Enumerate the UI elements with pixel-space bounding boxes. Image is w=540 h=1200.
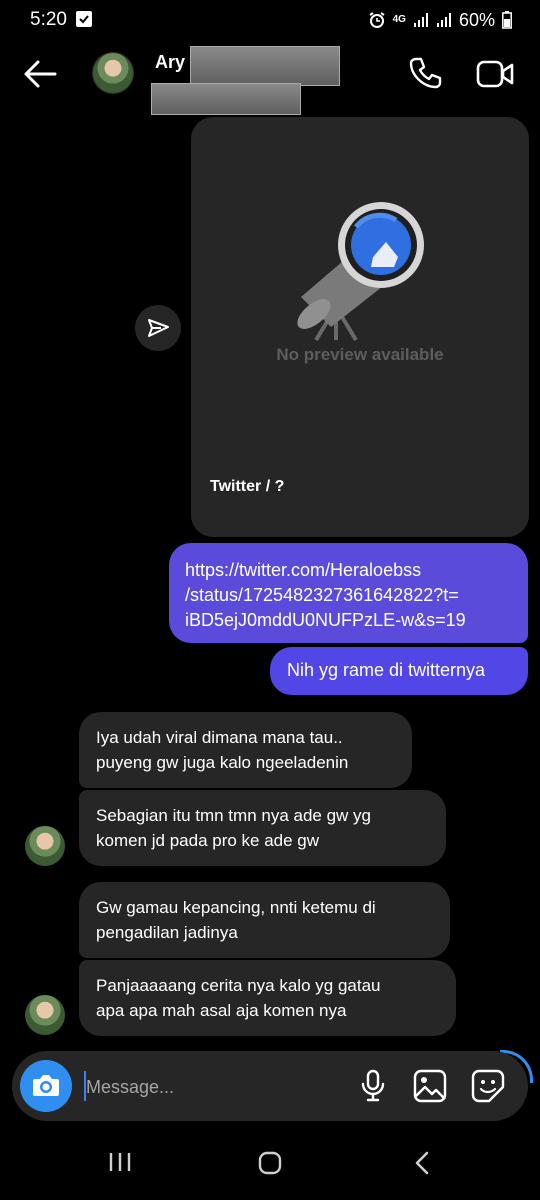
- video-call-icon[interactable]: [476, 58, 514, 90]
- network-type: 4G: [392, 14, 406, 25]
- message-input[interactable]: [84, 1069, 348, 1105]
- line: Gw gamau kepancing, nnti ketemu di: [96, 898, 376, 917]
- phone-call-icon[interactable]: [408, 56, 442, 90]
- received-message-text: Panjaaaaang cerita nya kalo yg gatau apa …: [96, 973, 380, 1023]
- camera-button[interactable]: [20, 1060, 72, 1112]
- line: pengadilan jadinya: [96, 923, 238, 942]
- line: puyeng gw juga kalo ngeeladenin: [96, 753, 349, 772]
- line: Panjaaaaang cerita nya kalo yg gatau: [96, 976, 381, 995]
- contact-avatar-small[interactable]: [25, 826, 65, 866]
- camera-icon: [33, 1075, 59, 1096]
- received-message-text: Sebagian itu tmn tmn nya ade gw yg komen …: [96, 803, 371, 853]
- recent-apps-icon[interactable]: [108, 1150, 132, 1174]
- received-message-text: Iya udah viral dimana mana tau.. puyeng g…: [96, 725, 348, 775]
- battery-icon: [502, 11, 512, 29]
- received-message-text: Gw gamau kepancing, nnti ketemu di pengad…: [96, 895, 376, 945]
- sent-link-message[interactable]: https://twitter.com/Heraloebss /status/1…: [169, 543, 528, 643]
- nav-back-icon[interactable]: [412, 1150, 432, 1176]
- received-message[interactable]: Iya udah viral dimana mana tau.. puyeng g…: [79, 712, 412, 788]
- checkbox-notification-icon: [76, 11, 92, 27]
- contact-name[interactable]: Ary: [155, 52, 185, 73]
- battery-percent: 60%: [458, 9, 495, 30]
- share-icon[interactable]: [135, 305, 181, 351]
- back-arrow-icon[interactable]: [22, 58, 58, 90]
- sent-link-text[interactable]: https://twitter.com/Heraloebss /status/1…: [185, 558, 520, 633]
- signal-icon: [413, 13, 428, 27]
- no-preview-text: No preview available: [276, 345, 444, 364]
- microphone-icon[interactable]: [360, 1069, 386, 1103]
- status-bar: 5:20 4G 60%: [0, 0, 540, 40]
- alarm-icon: [369, 12, 385, 28]
- sent-message[interactable]: Nih yg rame di twitternya: [270, 647, 528, 695]
- sticker-icon[interactable]: [471, 1069, 505, 1103]
- telescope-icon: [297, 202, 424, 342]
- line: Iya udah viral dimana mana tau..: [96, 728, 343, 747]
- link-preview-card[interactable]: No preview available Twitter / ?: [191, 117, 529, 537]
- preview-source-label: Twitter / ?: [210, 478, 285, 495]
- contact-avatar-small[interactable]: [25, 995, 65, 1035]
- received-message[interactable]: Gw gamau kepancing, nnti ketemu di pengad…: [79, 882, 450, 958]
- message-composer: [12, 1051, 528, 1121]
- line: komen jd pada pro ke ade gw: [96, 831, 320, 850]
- status-right-group: 4G 60%: [368, 9, 512, 31]
- line: apa apa mah asal aja komen nya: [96, 1001, 347, 1020]
- status-time: 5:20: [30, 9, 67, 30]
- home-icon[interactable]: [257, 1150, 283, 1176]
- line: Sebagian itu tmn tmn nya ade gw yg: [96, 806, 371, 825]
- received-message[interactable]: Sebagian itu tmn tmn nya ade gw yg komen …: [79, 790, 446, 866]
- contact-avatar[interactable]: [93, 53, 133, 93]
- signal-icon-2: [436, 13, 451, 27]
- redacted-username-block: [151, 83, 301, 115]
- sent-message-text: Nih yg rame di twitternya: [287, 660, 486, 680]
- received-message[interactable]: Panjaaaaang cerita nya kalo yg gatau apa …: [79, 960, 456, 1036]
- redacted-name-block: [190, 46, 340, 86]
- gallery-icon[interactable]: [413, 1069, 447, 1103]
